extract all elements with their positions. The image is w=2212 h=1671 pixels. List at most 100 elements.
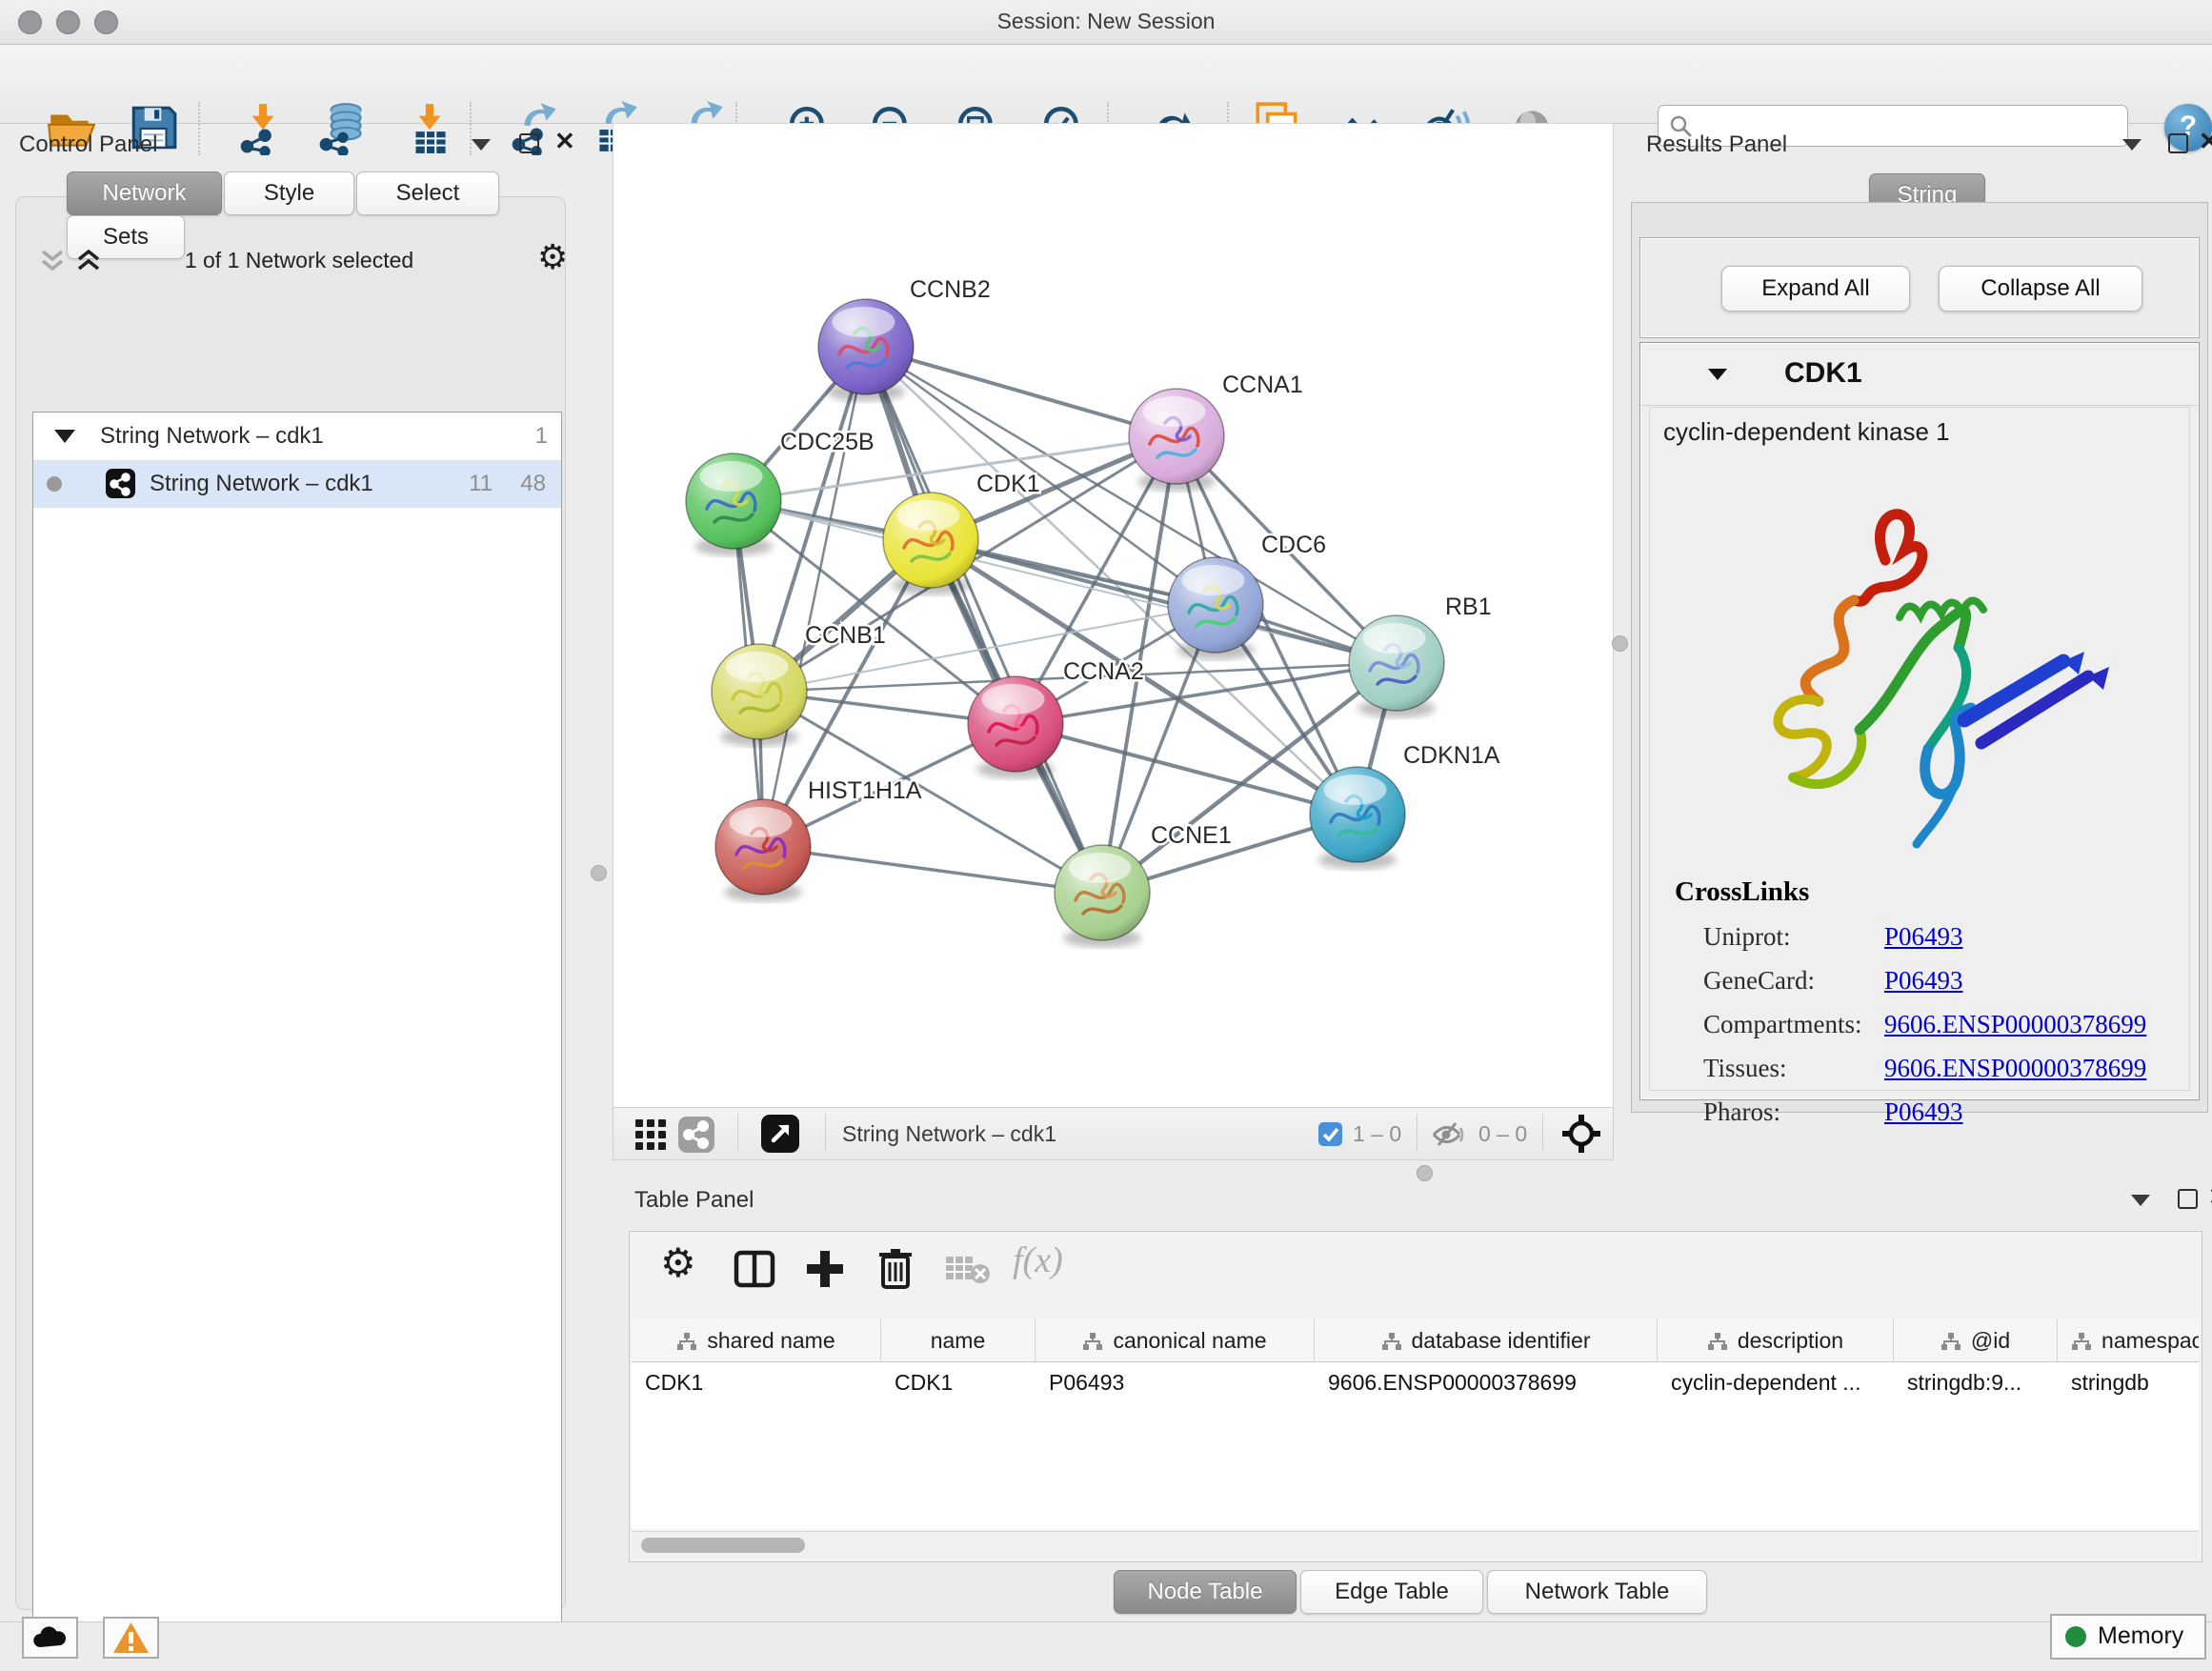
- entry-collapse-icon[interactable]: [1708, 369, 1727, 380]
- network-canvas[interactable]: CCNB2CCNA1CDC25BCDK1CDC6RB1CCNB1CCNA2CDK…: [613, 123, 1614, 1109]
- crosslink-label: GeneCard:: [1703, 966, 1815, 995]
- node-label-CCNA2: CCNA2: [1063, 658, 1144, 685]
- collection-count: 1: [535, 413, 548, 460]
- panel-menu-icon[interactable]: [472, 139, 491, 151]
- panel-float-icon[interactable]: [2168, 133, 2188, 153]
- collapse-all-button[interactable]: Collapse All: [1939, 266, 2142, 312]
- table-cell[interactable]: stringdb: [2058, 1361, 2199, 1403]
- tree-expander-icon[interactable]: [54, 430, 75, 443]
- table-tab-node-table[interactable]: Node Table: [1114, 1570, 1297, 1614]
- column-header-id[interactable]: @id: [1894, 1319, 2058, 1361]
- column-header-databaseidentifier[interactable]: database identifier: [1315, 1319, 1658, 1361]
- crosslink-link[interactable]: 9606.ENSP00000378699: [1884, 1010, 2146, 1039]
- table-tab-edge-table[interactable]: Edge Table: [1300, 1570, 1483, 1614]
- column-label: shared name: [707, 1328, 835, 1354]
- column-header-namespace[interactable]: namespace: [2058, 1319, 2199, 1361]
- show-columns-icon[interactable]: [733, 1247, 776, 1291]
- column-header-name[interactable]: name: [881, 1319, 1036, 1361]
- control-tab-style[interactable]: Style: [224, 171, 354, 215]
- network-node-CCNA1[interactable]: CCNA1: [1129, 372, 1303, 492]
- panel-float-icon[interactable]: [519, 133, 539, 153]
- table-header-row: shared name name canonical name database id…: [632, 1319, 2199, 1362]
- panel-close-icon[interactable]: ✕: [2208, 1187, 2212, 1206]
- horizontal-scrollbar[interactable]: [632, 1531, 2199, 1559]
- panel-menu-icon[interactable]: [2122, 139, 2142, 151]
- crosslink-link[interactable]: P06493: [1884, 1097, 1963, 1127]
- network-row-selected[interactable]: String Network – cdk1 11 48: [33, 460, 561, 508]
- network-view-title: String Network – cdk1: [842, 1108, 1056, 1159]
- open-in-window-icon[interactable]: [761, 1115, 799, 1153]
- warning-button[interactable]: [103, 1617, 159, 1659]
- table-cell[interactable]: P06493: [1036, 1361, 1315, 1403]
- network-edge-CCNB2-HIST1H1A[interactable]: [763, 347, 866, 847]
- network-edge-CDK1-RB1[interactable]: [931, 540, 1397, 663]
- network-view-toolbar: String Network – cdk1 1 – 0 0 – 0: [613, 1107, 1614, 1160]
- panel-float-icon[interactable]: [2178, 1189, 2198, 1209]
- table-panel-tabs: Node TableEdge TableNetwork Table: [613, 1570, 2212, 1614]
- network-node-HIST1H1A[interactable]: HIST1H1A: [715, 777, 922, 902]
- cloud-button[interactable]: [22, 1617, 78, 1659]
- network-node-count: 11: [469, 460, 493, 508]
- node-label-CCNA1: CCNA1: [1222, 372, 1303, 398]
- crosslink-link[interactable]: 9606.ENSP00000378699: [1884, 1054, 2146, 1083]
- table-cell[interactable]: 9606.ENSP00000378699: [1315, 1361, 1658, 1403]
- add-column-icon[interactable]: [803, 1247, 847, 1291]
- table-body: CDK1CDK1P064939606.ENSP00000378699cyclin…: [632, 1361, 2199, 1529]
- table-settings-gear-icon[interactable]: ⚙: [660, 1239, 696, 1286]
- delete-column-icon[interactable]: [874, 1245, 917, 1291]
- panel-close-icon[interactable]: ✕: [554, 131, 575, 151]
- expand-all-button[interactable]: Expand All: [1721, 266, 1910, 312]
- crosslinks-title: CrossLinks: [1675, 876, 1809, 908]
- table-cell[interactable]: CDK1: [881, 1361, 1036, 1403]
- scrollbar-thumb[interactable]: [641, 1538, 805, 1553]
- column-header-description[interactable]: description: [1658, 1319, 1894, 1361]
- column-header-sharedname[interactable]: shared name: [632, 1319, 881, 1361]
- crosslink-row: Tissues:9606.ENSP00000378699: [1703, 1054, 2180, 1097]
- tree-column-icon: [2071, 1331, 2092, 1350]
- fit-content-crosshair-icon[interactable]: [1561, 1114, 1601, 1154]
- table-cell[interactable]: cyclin-dependent ...: [1658, 1361, 1894, 1403]
- network-node-CDKN1A[interactable]: CDKN1A: [1310, 742, 1500, 870]
- control-tab-select[interactable]: Select: [356, 171, 499, 215]
- main-toolbar: ?: [0, 45, 2212, 124]
- hidden-eye-icon: [1431, 1120, 1469, 1149]
- panel-menu-icon[interactable]: [2131, 1195, 2150, 1206]
- network-list-gear-icon[interactable]: ⚙: [537, 238, 568, 277]
- table-panel-title: Table Panel: [634, 1187, 754, 1214]
- string-app-icon[interactable]: [678, 1117, 714, 1153]
- column-label: canonical name: [1113, 1328, 1266, 1354]
- table-row[interactable]: CDK1CDK1P064939606.ENSP00000378699cyclin…: [632, 1361, 2199, 1403]
- network-node-RB1[interactable]: RB1: [1349, 594, 1492, 718]
- results-panel-title: Results Panel: [1646, 131, 1787, 158]
- application-window: Session: New Session: [0, 0, 2212, 1671]
- crosslink-link[interactable]: P06493: [1884, 966, 1963, 996]
- network-node-CCNB1[interactable]: CCNB1: [712, 622, 886, 747]
- crosslink-link[interactable]: P06493: [1884, 922, 1963, 952]
- results-entry-header[interactable]: CDK1: [1641, 344, 2198, 406]
- panel-close-icon[interactable]: ✕: [2199, 131, 2212, 151]
- table-cell[interactable]: stringdb:9...: [1894, 1361, 2058, 1403]
- column-header-canonicalname[interactable]: canonical name: [1036, 1319, 1315, 1361]
- tree-column-icon: [1707, 1331, 1728, 1350]
- network-edge-CCNB2-CCNE1[interactable]: [866, 347, 1102, 893]
- control-tab-network[interactable]: Network: [67, 171, 222, 215]
- collection-label: String Network – cdk1: [100, 413, 324, 460]
- protein-structure-image: [1709, 474, 2128, 856]
- hidden-counts: 0 – 0: [1478, 1108, 1527, 1159]
- network-collection-row[interactable]: String Network – cdk1 1: [33, 413, 561, 460]
- tree-column-icon: [1381, 1331, 1402, 1350]
- right-splitter-handle[interactable]: [1612, 635, 1628, 652]
- selected-checkbox-icon[interactable]: [1318, 1122, 1342, 1146]
- horizontal-splitter-handle[interactable]: [1417, 1165, 1433, 1181]
- table-tab-network-table[interactable]: Network Table: [1487, 1570, 1707, 1614]
- left-splitter-handle[interactable]: [591, 865, 607, 881]
- node-label-CCNB2: CCNB2: [910, 276, 991, 303]
- birds-eye-grid-icon[interactable]: [634, 1118, 667, 1151]
- network-edge-HIST1H1A-CCNE1[interactable]: [763, 847, 1102, 893]
- tree-column-icon: [1082, 1331, 1103, 1350]
- table-cell[interactable]: CDK1: [632, 1361, 881, 1403]
- memory-button[interactable]: Memory: [2050, 1614, 2206, 1660]
- string-network-icon: [106, 469, 135, 498]
- crosslink-row: Pharos:P06493: [1703, 1097, 2180, 1141]
- node-label-CDC6: CDC6: [1261, 532, 1326, 558]
